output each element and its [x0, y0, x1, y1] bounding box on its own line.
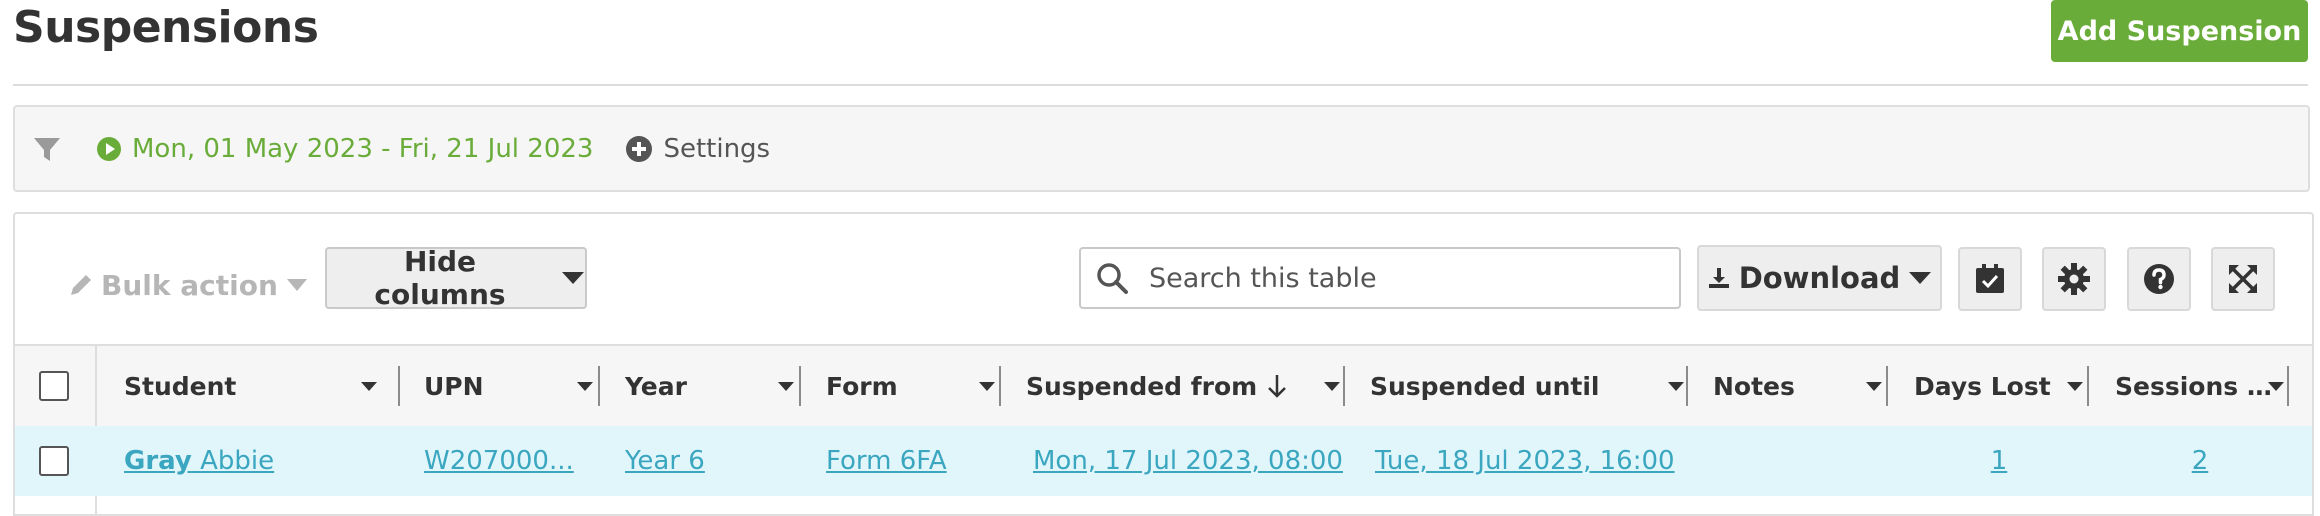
download-button[interactable]: Download	[1697, 245, 1942, 311]
column-resize-handle[interactable]	[1886, 366, 1888, 406]
search-icon	[1095, 261, 1129, 295]
chevron-down-icon[interactable]	[1323, 381, 1341, 392]
play-circle-icon[interactable]	[96, 136, 122, 162]
column-header-notes[interactable]: Notes	[1713, 346, 1883, 426]
student-cell: Gray Abbie	[124, 426, 274, 496]
filter-icon[interactable]	[32, 134, 62, 164]
hide-columns-label: Hide columns	[374, 245, 506, 311]
column-header-days-lost[interactable]: Days Lost	[1914, 346, 2084, 426]
chevron-down-icon[interactable]	[576, 381, 594, 392]
suspended-until-link[interactable]: Tue, 18 Jul 2023, 16:00	[1375, 446, 1675, 476]
download-label: Download	[1738, 261, 1901, 295]
student-link[interactable]: Gray Abbie	[124, 446, 274, 476]
column-header-year[interactable]: Year	[625, 346, 795, 426]
page-title: Suspensions	[13, 2, 319, 53]
column-header-suspended-from[interactable]: Suspended from	[1026, 346, 1342, 426]
column-resize-handle[interactable]	[799, 366, 801, 406]
column-header-sessions-lost[interactable]: Sessions L...	[2115, 346, 2285, 426]
column-resize-handle[interactable]	[398, 366, 400, 406]
column-header-suspended-until[interactable]: Suspended until	[1370, 346, 1686, 426]
table-row[interactable]: Gray Abbie W207000... Year 6 Form 6FA Mo…	[15, 426, 2312, 496]
table-panel: Bulk action Hide columns Download	[13, 212, 2314, 516]
form-cell: Form 6FA	[826, 426, 947, 496]
column-header-form[interactable]: Form	[826, 346, 996, 426]
help-icon	[2144, 264, 2174, 294]
chevron-down-icon	[1908, 271, 1932, 285]
column-resize-handle[interactable]	[1686, 366, 1688, 406]
sessions-lost-cell: 2	[2115, 426, 2285, 496]
fullscreen-button[interactable]	[2211, 247, 2275, 311]
expand-icon	[2229, 265, 2257, 293]
upn-cell: W207000...	[424, 426, 574, 496]
pencil-icon	[67, 271, 95, 299]
table-settings-button[interactable]	[2042, 247, 2106, 311]
suspended-from-link[interactable]: Mon, 17 Jul 2023, 08:00	[1033, 446, 1343, 476]
upn-link[interactable]: W207000...	[424, 446, 574, 476]
plus-circle-icon[interactable]	[625, 135, 653, 163]
chevron-down-icon[interactable]	[978, 381, 996, 392]
filter-bar: Mon, 01 May 2023 - Fri, 21 Jul 2023 Sett…	[13, 105, 2310, 192]
form-link[interactable]: Form 6FA	[826, 446, 947, 476]
suspended-from-cell: Mon, 17 Jul 2023, 08:00	[1033, 426, 1343, 496]
chevron-down-icon	[561, 271, 585, 285]
column-resize-handle[interactable]	[2087, 366, 2089, 406]
add-suspension-button[interactable]: Add Suspension	[2051, 0, 2308, 62]
chevron-down-icon[interactable]	[1667, 381, 1685, 392]
calendar-check-button[interactable]	[1958, 247, 2022, 311]
chevron-down-icon[interactable]	[1865, 381, 1883, 392]
chevron-down-icon	[286, 278, 308, 292]
table-header: Student UPN Year Form Suspended from Sus…	[15, 344, 2312, 428]
chevron-down-icon[interactable]	[2267, 381, 2285, 392]
row-select-cell	[39, 426, 69, 496]
sort-down-arrow-icon	[1267, 373, 1287, 399]
title-divider	[13, 84, 2308, 86]
column-resize-handle[interactable]	[999, 366, 1001, 406]
year-cell: Year 6	[625, 426, 705, 496]
student-last-name: Gray	[124, 446, 192, 476]
column-header-student[interactable]: Student	[124, 346, 384, 426]
days-lost-link[interactable]: 1	[1991, 446, 2008, 476]
bulk-action-label: Bulk action	[101, 268, 278, 302]
select-all-checkbox[interactable]	[39, 371, 69, 401]
year-link[interactable]: Year 6	[625, 446, 705, 476]
suspended-until-cell: Tue, 18 Jul 2023, 16:00	[1375, 426, 1675, 496]
row-checkbox[interactable]	[39, 446, 69, 476]
chevron-down-icon[interactable]	[2066, 381, 2084, 392]
student-first-name: Abbie	[200, 446, 275, 476]
hide-columns-button[interactable]: Hide columns	[325, 245, 587, 311]
chevron-down-icon[interactable]	[360, 381, 378, 392]
column-resize-handle[interactable]	[1343, 366, 1345, 406]
column-resize-handle[interactable]	[598, 366, 600, 406]
sessions-lost-link[interactable]: 2	[2192, 446, 2209, 476]
bulk-action-dropdown[interactable]: Bulk action	[67, 260, 308, 310]
calendar-check-icon	[1976, 264, 2004, 293]
settings-link[interactable]: Settings	[663, 134, 770, 164]
search-box	[1079, 247, 1681, 309]
column-header-upn[interactable]: UPN	[424, 346, 594, 426]
date-range-filter[interactable]: Mon, 01 May 2023 - Fri, 21 Jul 2023	[132, 134, 593, 164]
help-button[interactable]	[2127, 247, 2191, 311]
days-lost-cell: 1	[1914, 426, 2084, 496]
search-input[interactable]	[1147, 261, 1651, 295]
download-icon	[1707, 266, 1731, 290]
select-all-cell	[39, 346, 69, 426]
chevron-down-icon[interactable]	[777, 381, 795, 392]
column-resize-handle[interactable]	[2287, 366, 2289, 406]
gear-icon	[2058, 263, 2090, 295]
